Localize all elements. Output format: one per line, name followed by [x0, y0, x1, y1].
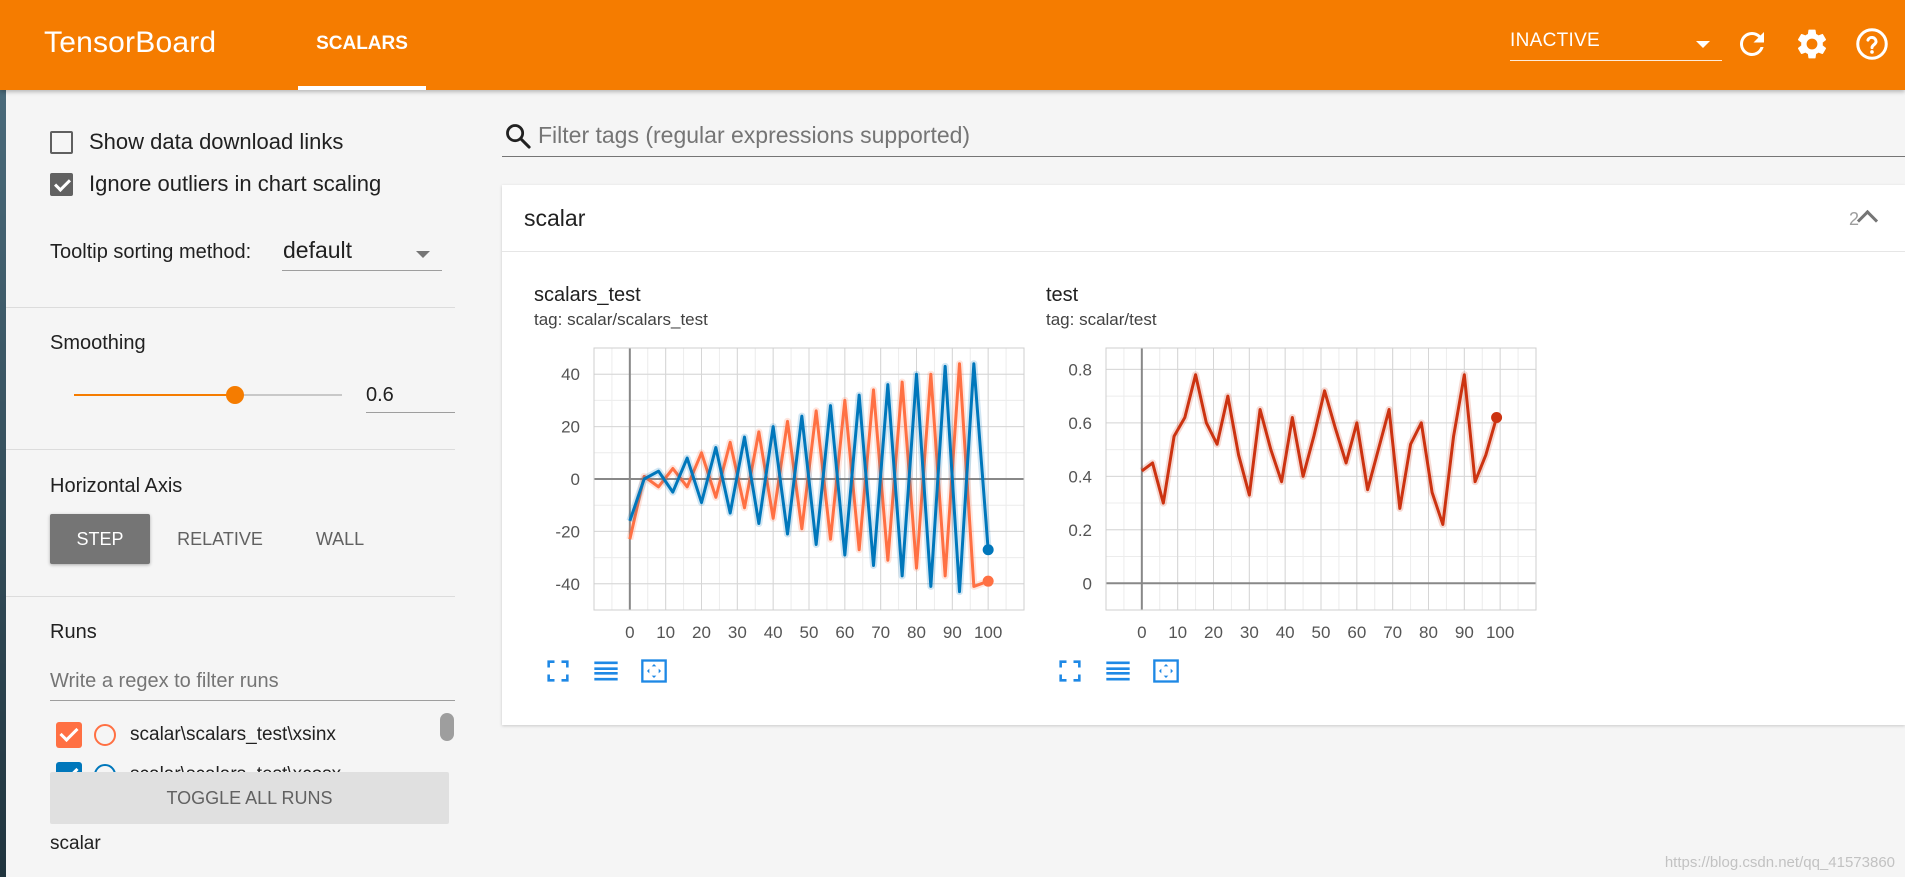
toggle-log-scale-icon[interactable] — [1104, 657, 1132, 685]
horizontal-axis-label: Horizontal Axis — [50, 475, 183, 497]
fullscreen-icon[interactable] — [1056, 657, 1084, 685]
x-tick-label: 60 — [835, 623, 854, 642]
run-label: scalar\scalars_test\xsinx — [130, 724, 336, 745]
chart-title: scalars_test — [534, 284, 641, 306]
x-tick-label: 80 — [907, 623, 926, 642]
x-tick-label: 30 — [728, 623, 747, 642]
y-tick-label: 0.4 — [1068, 467, 1092, 486]
y-tick-label: 0.2 — [1068, 521, 1092, 540]
app-title: TensorBoard — [44, 26, 217, 59]
x-tick-label: 60 — [1347, 623, 1366, 642]
divider — [0, 596, 455, 597]
x-tick-label: 10 — [1168, 623, 1187, 642]
fit-domain-icon[interactable] — [640, 657, 668, 685]
x-tick-label: 0 — [1137, 623, 1146, 642]
tag-group-header[interactable]: scalar 2 — [502, 185, 1905, 252]
x-tick-label: 70 — [871, 623, 890, 642]
y-tick-label: 0 — [571, 470, 580, 489]
series-end-point — [1491, 412, 1503, 424]
smoothing-slider-fill — [74, 394, 235, 396]
x-tick-label: 30 — [1240, 623, 1259, 642]
tag-filter-input[interactable]: Filter tags (regular expressions support… — [502, 112, 1905, 157]
divider — [0, 307, 455, 308]
checkbox-checked[interactable] — [50, 172, 73, 196]
axis-relative-button[interactable]: RELATIVE — [166, 514, 274, 564]
x-tick-label: 90 — [1455, 623, 1474, 642]
x-tick-label: 100 — [1486, 623, 1514, 642]
y-tick-label: 0 — [1083, 574, 1092, 593]
smoothing-slider[interactable] — [74, 386, 342, 404]
ignore-outliers-label: Ignore outliers in chart scaling — [89, 171, 382, 196]
watermark: https://blog.csdn.net/qq_41573860 — [1664, 854, 1895, 871]
tooltip-sorting-label: Tooltip sorting method: — [50, 241, 252, 263]
x-tick-label: 40 — [764, 623, 783, 642]
chart-tag: tag: scalar/test — [1046, 310, 1157, 329]
tab-scalars[interactable]: SCALARS — [298, 0, 426, 90]
x-tick-label: 20 — [1204, 623, 1223, 642]
active-tab-indicator — [298, 86, 426, 90]
chevron-up-icon[interactable] — [1856, 209, 1879, 232]
runs-label: Runs — [50, 621, 97, 643]
y-tick-label: 20 — [561, 418, 580, 437]
x-tick-label: 10 — [656, 623, 675, 642]
toggle-all-runs-button[interactable]: TOGGLE ALL RUNS — [50, 772, 449, 824]
axis-step-button[interactable]: STEP — [50, 514, 150, 564]
chevron-down-icon — [1696, 41, 1710, 48]
smoothing-input[interactable]: 0.6 — [366, 378, 455, 413]
tooltip-sorting-value: default — [283, 237, 353, 263]
x-tick-label: 0 — [625, 623, 634, 642]
series-end-point — [982, 575, 994, 587]
y-tick-label: -20 — [555, 522, 580, 541]
run-color-icon[interactable] — [94, 724, 116, 746]
smoothing-label: Smoothing — [50, 332, 146, 354]
x-tick-label: 40 — [1276, 623, 1295, 642]
y-tick-label: 0.6 — [1068, 414, 1092, 433]
x-tick-label: 50 — [1312, 623, 1331, 642]
show-download-links-label: Show data download links — [89, 129, 344, 154]
runs-filter-input[interactable]: Write a regex to filter runs — [50, 664, 455, 701]
run-item-xsinx[interactable]: scalar\scalars_test\xsinx — [56, 720, 336, 750]
toggle-log-scale-icon[interactable] — [592, 657, 620, 685]
fit-domain-icon[interactable] — [1152, 657, 1180, 685]
reload-status-select[interactable]: INACTIVE — [1510, 26, 1722, 61]
scalars-test-chart[interactable]: 0 10 20 30 40 50 60 70 80 90 100 40 20 0 -20 -40 — [534, 340, 1034, 642]
tooltip-sorting-select[interactable]: default — [282, 236, 442, 271]
window-edge — [0, 90, 6, 877]
x-tick-label: 50 — [800, 623, 819, 642]
tag-group-title: scalar — [524, 205, 586, 231]
divider — [0, 449, 455, 450]
ignore-outliers-checkbox[interactable]: Ignore outliers in chart scaling — [50, 169, 381, 199]
top-bar: TensorBoard SCALARS INACTIVE — [0, 0, 1905, 90]
y-tick-label: -40 — [555, 575, 580, 594]
tag-filter-placeholder: Filter tags (regular expressions support… — [538, 122, 971, 148]
chart-tag: tag: scalar/scalars_test — [534, 310, 708, 329]
chart-title: test — [1046, 284, 1079, 306]
reload-status-value: INACTIVE — [1510, 30, 1601, 51]
x-tick-label: 70 — [1383, 623, 1402, 642]
smoothing-slider-handle[interactable] — [225, 386, 244, 404]
search-icon — [504, 122, 532, 150]
axis-wall-button[interactable]: WALL — [300, 514, 380, 564]
x-tick-label: 90 — [943, 623, 962, 642]
y-tick-label: 40 — [561, 365, 580, 384]
help-icon[interactable] — [1854, 26, 1890, 62]
run-checkbox[interactable] — [56, 722, 82, 748]
series-end-point — [982, 544, 994, 556]
x-tick-label: 20 — [692, 623, 711, 642]
show-download-links-checkbox[interactable]: Show data download links — [50, 127, 343, 157]
chevron-down-icon — [416, 251, 430, 258]
runs-scrollbar[interactable] — [440, 713, 454, 741]
test-chart[interactable]: 0 10 20 30 40 50 60 70 80 90 100 0.8 0.6 0.4 0.2 0 — [1046, 340, 1546, 642]
x-tick-label: 80 — [1419, 623, 1438, 642]
y-tick-label: 0.8 — [1068, 360, 1092, 379]
runs-footer-label: scalar — [50, 833, 101, 854]
checkbox-unchecked[interactable] — [50, 130, 73, 154]
refresh-icon[interactable] — [1734, 26, 1770, 62]
settings-icon[interactable] — [1794, 26, 1830, 62]
x-tick-label: 100 — [974, 623, 1002, 642]
fullscreen-icon[interactable] — [544, 657, 572, 685]
